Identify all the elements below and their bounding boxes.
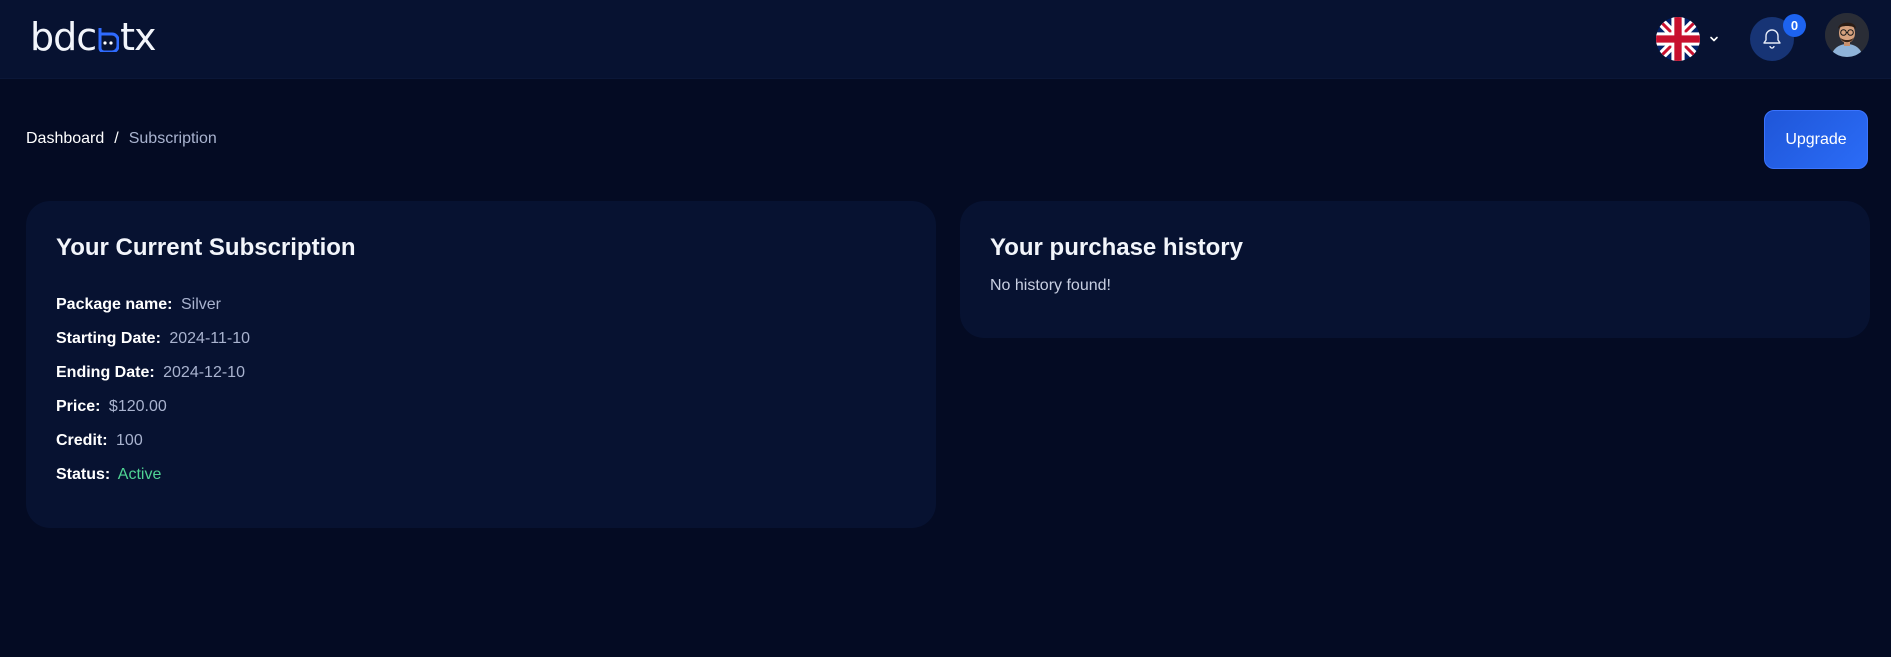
breadcrumb-current: Subscription: [128, 130, 217, 147]
logo-text-left: bdc: [30, 15, 97, 59]
starting-date-value: 2024-11-10: [169, 330, 251, 347]
upgrade-button[interactable]: Upgrade: [1764, 110, 1868, 169]
bell-icon: [1763, 29, 1781, 49]
brand-logo[interactable]: bdc tx: [30, 15, 157, 59]
robot-o-icon: [97, 28, 120, 52]
package-name-label: Package name:: [56, 296, 173, 313]
notification-count-badge: 0: [1783, 14, 1806, 37]
credit-row: Credit: 100: [56, 432, 143, 450]
price-row: Price: $120.00: [56, 398, 167, 416]
status-row: Status: Active: [56, 466, 161, 484]
purchase-history-title: Your purchase history: [990, 234, 1243, 261]
subscription-title: Your Current Subscription: [56, 234, 356, 261]
ending-date-value: 2024-12-10: [163, 364, 245, 381]
breadcrumb-separator: /: [114, 130, 119, 147]
purchase-history-card: Your purchase history No history found!: [960, 201, 1870, 338]
chevron-down-icon: [1710, 36, 1718, 42]
credit-label: Credit:: [56, 432, 108, 449]
credit-value: 100: [116, 432, 143, 449]
status-label: Status:: [56, 466, 111, 483]
ending-date-label: Ending Date:: [56, 364, 155, 381]
logo-text-right: tx: [120, 15, 156, 59]
language-selector[interactable]: [1656, 17, 1720, 61]
user-avatar[interactable]: [1825, 13, 1869, 57]
package-name-value: Silver: [180, 296, 221, 313]
empty-history-message: No history found!: [990, 277, 1111, 294]
package-name-row: Package name: Silver: [56, 296, 221, 314]
ending-date-row: Ending Date: 2024-12-10: [56, 364, 245, 382]
uk-flag-icon: [1656, 17, 1700, 61]
status-badge: Active: [117, 466, 162, 483]
starting-date-label: Starting Date:: [56, 330, 161, 347]
top-navbar: bdc tx 0: [0, 0, 1891, 79]
breadcrumb: Dashboard / Subscription: [26, 130, 217, 148]
current-subscription-card: Your Current Subscription Package name: …: [26, 201, 936, 528]
price-value: $120.00: [108, 398, 167, 415]
breadcrumb-dashboard-link[interactable]: Dashboard: [26, 130, 104, 148]
price-label: Price:: [56, 398, 101, 415]
starting-date-row: Starting Date: 2024-11-10: [56, 330, 250, 348]
